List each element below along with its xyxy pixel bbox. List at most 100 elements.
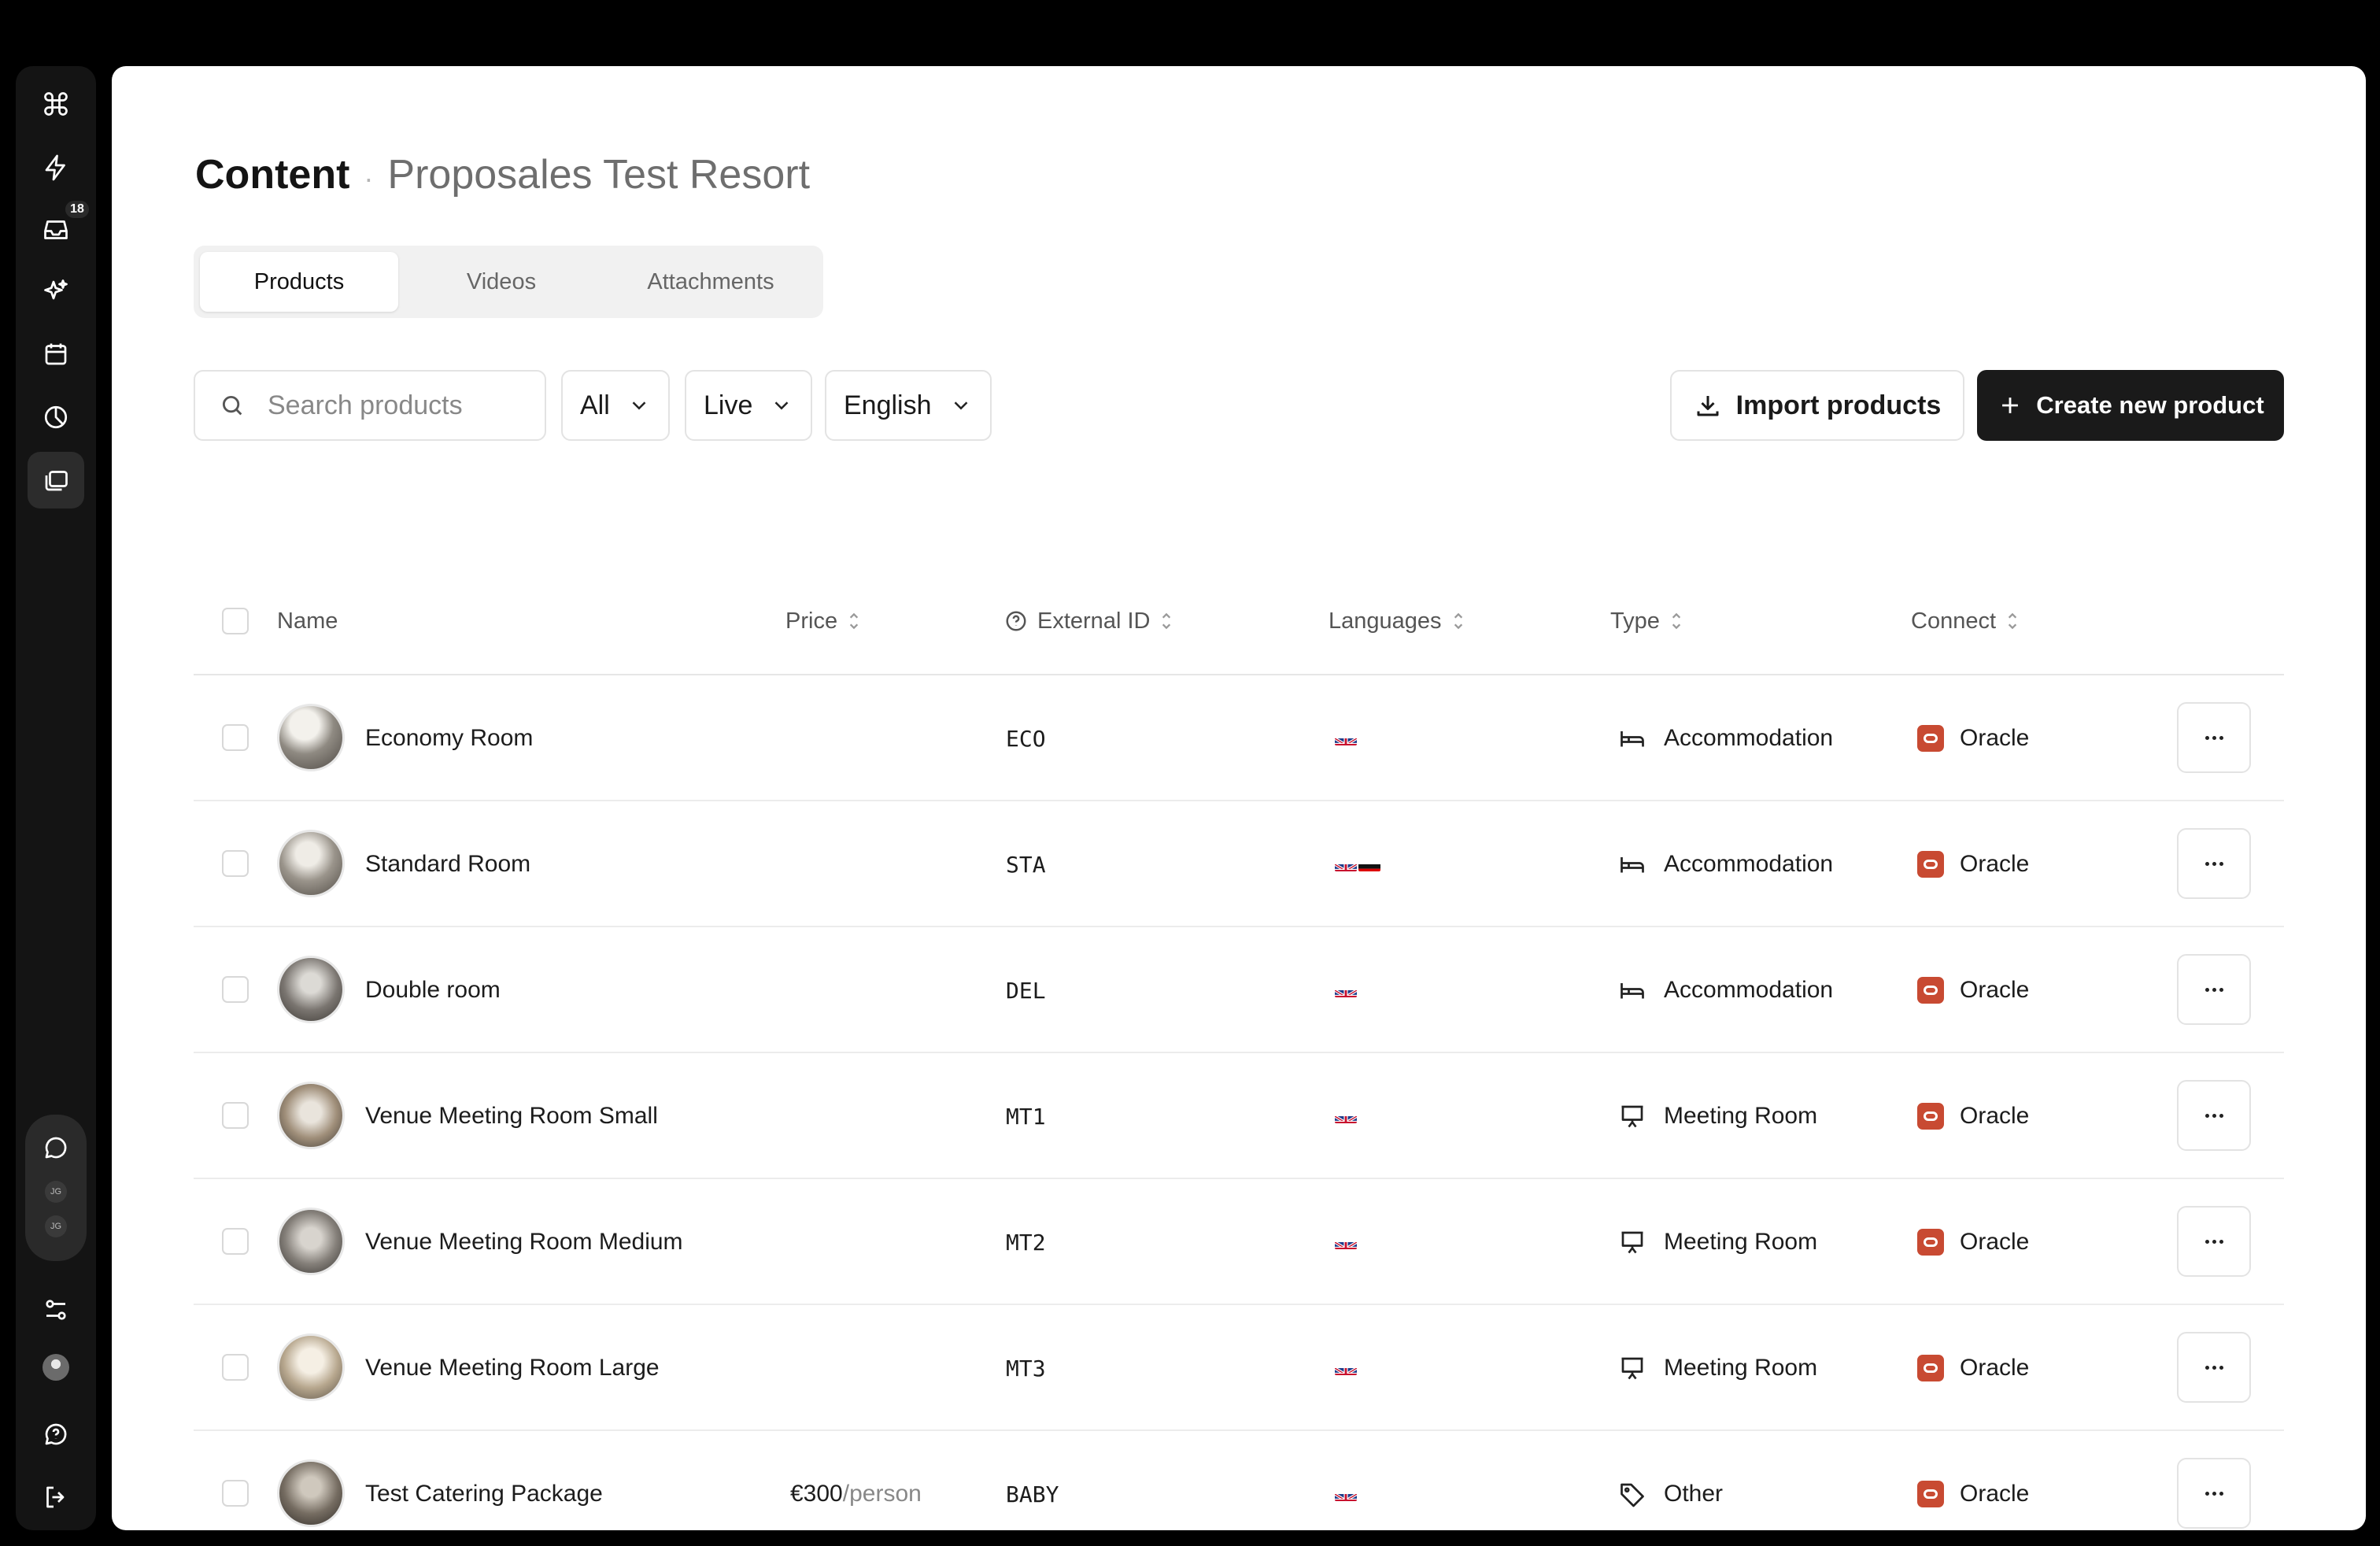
lightning-icon[interactable] [28,139,84,196]
sort-icon [1672,612,1681,630]
table-row[interactable]: Test Catering Package €300/person BABY Othe… [194,1431,2284,1530]
row-more-button[interactable] [2177,1458,2251,1529]
row-more-button[interactable] [2177,1080,2251,1151]
languages [1335,1431,1357,1530]
help-chat-icon[interactable] [28,1406,84,1463]
tag-icon [1618,1480,1646,1508]
column-price[interactable]: Price [785,567,861,675]
row-more-button[interactable] [2177,954,2251,1025]
sort-icon [2008,612,2017,630]
flag-gb-icon [1335,983,1357,997]
chart-pie-icon[interactable] [28,389,84,446]
avatar[interactable]: JG [45,1181,67,1203]
product-type: Meeting Room [1618,1053,1817,1179]
external-id: ECO [1006,725,1046,752]
column-name[interactable]: Name [277,567,338,675]
column-connect[interactable]: Connect [1911,567,2020,675]
column-type[interactable]: Type [1610,567,1683,675]
sort-icon [1454,612,1462,630]
chat-icon[interactable] [28,1119,84,1176]
oracle-icon [1917,1229,1944,1256]
filter-select-live[interactable]: Live [685,370,812,441]
column-connect-label: Connect [1911,608,1997,634]
product-thumbnail [277,1208,345,1275]
search-input[interactable]: Search products [194,370,546,441]
row-checkbox[interactable] [222,976,249,1003]
search-icon [222,395,242,416]
row-checkbox[interactable] [222,1102,249,1129]
table-row[interactable]: Standard Room STA Accommodation Oracle [194,801,2284,927]
import-products-button[interactable]: Import products [1670,370,1964,441]
oracle-icon [1917,1103,1944,1130]
row-checkbox[interactable] [222,1354,249,1381]
table-row[interactable]: Venue Meeting Room Small MT1 Meeting Room O… [194,1053,2284,1179]
column-type-label: Type [1610,608,1660,634]
content-tabs: Products Videos Attachments [194,246,823,318]
main-panel: Content · Proposales Test Resort Product… [112,66,2366,1530]
column-languages[interactable]: Languages [1329,567,1465,675]
presentation-icon [1618,1228,1646,1256]
calendar-icon[interactable] [28,326,84,383]
search-placeholder: Search products [268,390,463,420]
table-row[interactable]: Venue Meeting Room Large MT3 Meeting Room O… [194,1305,2284,1431]
tab-videos[interactable]: Videos [398,252,604,312]
product-name[interactable]: Test Catering Package [365,1431,603,1530]
oracle-icon [1917,977,1944,1004]
row-more-button[interactable] [2177,828,2251,899]
product-name[interactable]: Venue Meeting Room Small [365,1053,658,1179]
help-circle-icon[interactable] [1004,609,1028,633]
product-name[interactable]: Double room [365,927,501,1053]
row-more-button[interactable] [2177,702,2251,773]
tab-attachments[interactable]: Attachments [604,252,817,312]
tab-products[interactable]: Products [200,252,398,312]
product-name[interactable]: Standard Room [365,801,530,927]
external-id: DEL [1006,977,1046,1004]
filter-select-all[interactable]: All [561,370,670,441]
column-external-id[interactable]: External ID [1004,567,1173,675]
table-header: Name Price External ID Languages Type Co… [194,567,2284,675]
table-row[interactable]: Venue Meeting Room Medium MT2 Meeting Room… [194,1179,2284,1305]
languages [1335,927,1357,1053]
row-checkbox[interactable] [222,850,249,877]
row-more-button[interactable] [2177,1332,2251,1403]
product-name[interactable]: Venue Meeting Room Medium [365,1179,683,1305]
sparkles-icon[interactable] [28,263,84,320]
row-more-button[interactable] [2177,1206,2251,1277]
table-row[interactable]: Economy Room ECO Accommodation Oracle [194,675,2284,801]
chevron-down-icon [632,401,646,410]
price-unit: /person [842,1481,922,1507]
filter-all-value: All [580,390,610,420]
select-all-checkbox[interactable] [222,608,249,634]
oracle-icon [1917,725,1944,752]
external-id: BABY [1006,1481,1059,1507]
row-checkbox[interactable] [222,1228,249,1255]
chevron-down-icon [954,401,968,410]
settings-sliders-icon[interactable] [28,1282,84,1338]
product-thumbnail [277,1082,345,1149]
logout-icon[interactable] [28,1469,84,1526]
avatar[interactable]: JG [45,1215,67,1237]
connect-label: Oracle [1960,725,2030,751]
user-avatar[interactable] [42,1354,69,1381]
column-price-label: Price [785,608,838,634]
command-icon[interactable] [28,76,84,132]
row-checkbox[interactable] [222,724,249,751]
page-title-main: Content [195,152,350,198]
languages [1335,1053,1357,1179]
product-name[interactable]: Economy Room [365,675,533,801]
table-row[interactable]: Double room DEL Accommodation Oracle [194,927,2284,1053]
flag-gb-icon [1335,1235,1357,1249]
row-checkbox[interactable] [222,1480,249,1507]
download-icon [1697,396,1719,416]
import-products-label: Import products [1735,390,1942,420]
product-type-label: Meeting Room [1664,1355,1818,1381]
create-product-button[interactable]: Create new product [1977,370,2284,441]
product-thumbnail [277,830,345,897]
product-price: €300/person [790,1431,922,1530]
content-library-icon[interactable] [28,452,84,509]
page-title-venue: Proposales Test Resort [387,152,811,198]
filter-select-language[interactable]: English [825,370,992,441]
product-type: Accommodation [1618,675,1833,801]
product-name[interactable]: Venue Meeting Room Large [365,1305,660,1431]
product-type-label: Meeting Room [1664,1229,1818,1255]
